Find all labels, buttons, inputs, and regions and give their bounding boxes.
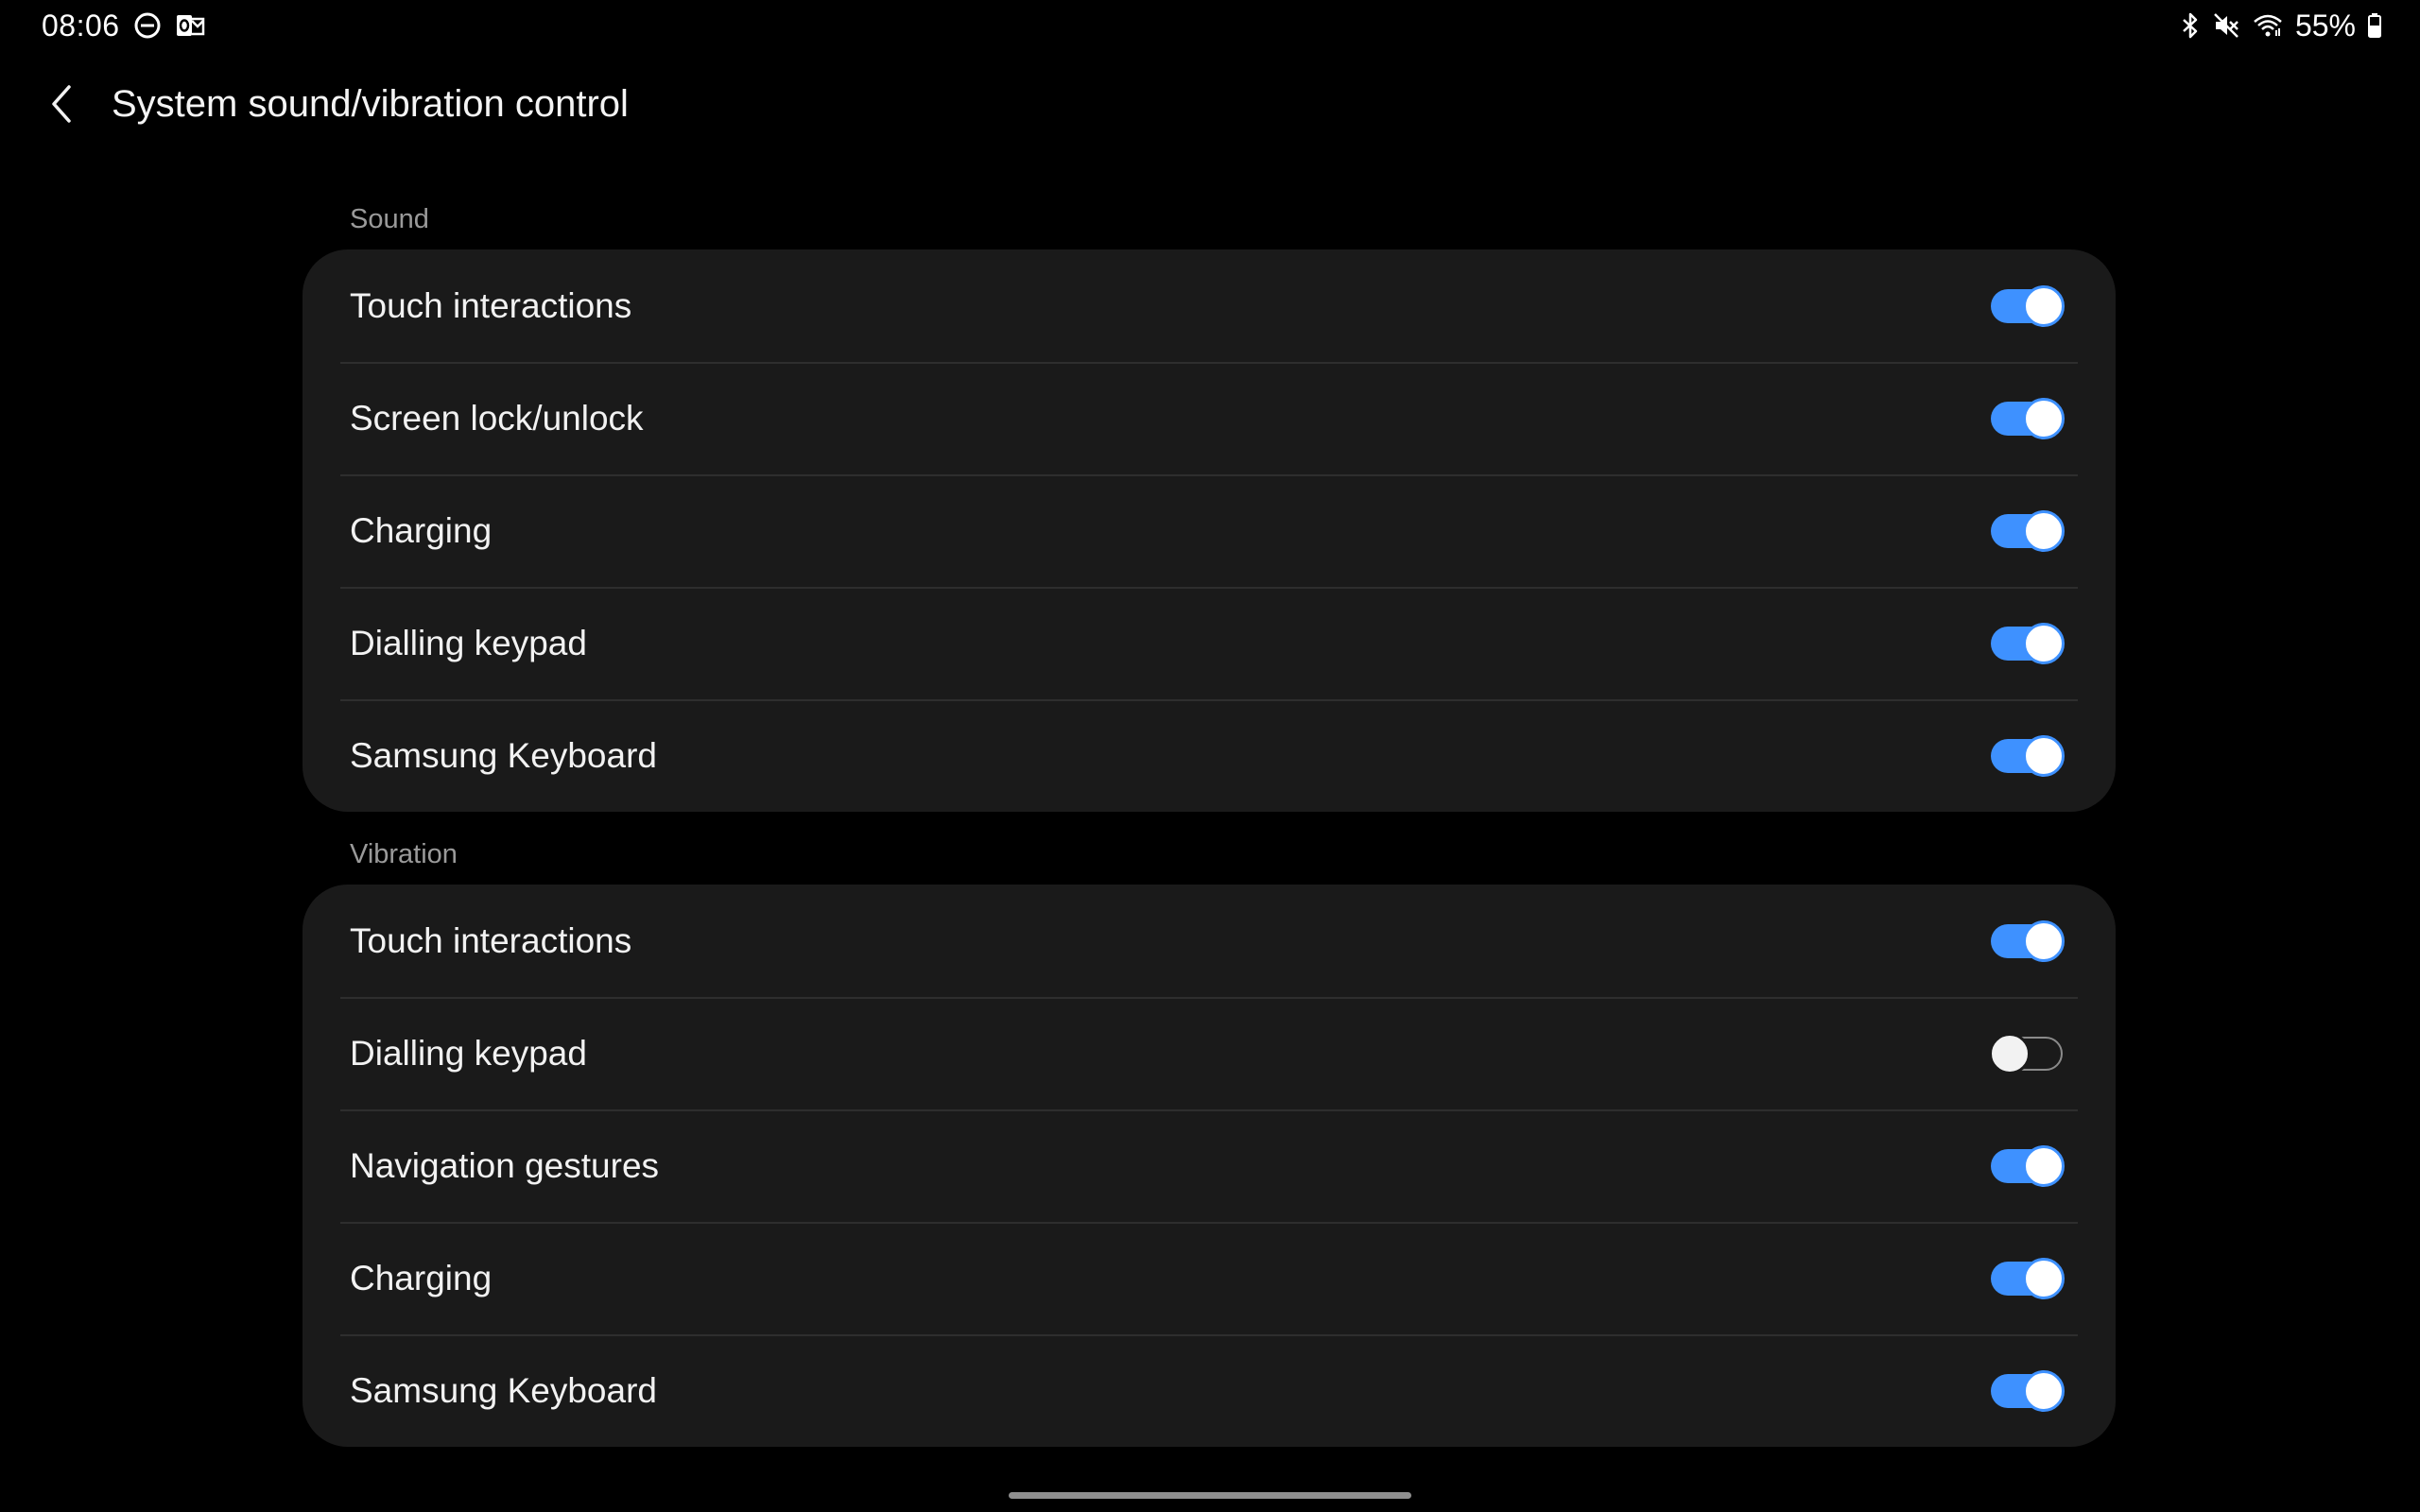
battery-percent: 55% (2294, 8, 2356, 43)
row-label: Samsung Keyboard (350, 1370, 657, 1410)
sound-samsung-keyboard-toggle[interactable] (1991, 734, 2065, 778)
row-label: Dialling keypad (350, 623, 587, 662)
row-label: Screen lock/unlock (350, 398, 644, 438)
row-label: Dialling keypad (350, 1033, 587, 1073)
section-label-vibration: Vibration (350, 839, 458, 869)
outlook-icon (175, 11, 205, 40)
vibration-navigation-gestures-toggle[interactable] (1991, 1144, 2065, 1188)
sound-samsung-keyboard-row[interactable]: Samsung Keyboard (302, 699, 2116, 812)
vibration-navigation-gestures-row[interactable]: Navigation gestures (302, 1109, 2116, 1222)
sound-touch-interactions-row[interactable]: Touch interactions (302, 249, 2116, 362)
do-not-disturb-icon (133, 11, 162, 40)
sound-charging-toggle[interactable] (1991, 509, 2065, 553)
row-label: Charging (350, 510, 493, 550)
wifi-icon (2252, 11, 2284, 40)
sound-dialling-keypad-toggle[interactable] (1991, 622, 2065, 665)
vibration-dialling-keypad-toggle[interactable] (1989, 1032, 2063, 1075)
row-label: Touch interactions (350, 285, 632, 325)
vibration-touch-interactions-toggle[interactable] (1991, 919, 2065, 963)
vibration-samsung-keyboard-toggle[interactable] (1991, 1369, 2065, 1413)
vibration-charging-toggle[interactable] (1991, 1257, 2065, 1300)
row-label: Charging (350, 1258, 493, 1297)
sound-charging-row[interactable]: Charging (302, 474, 2116, 587)
sound-dialling-keypad-row[interactable]: Dialling keypad (302, 587, 2116, 699)
vibration-settings-card: Touch interactions Dialling keypad Navig… (302, 885, 2116, 1447)
section-label-sound: Sound (350, 204, 429, 234)
vibration-touch-interactions-row[interactable]: Touch interactions (302, 885, 2116, 997)
vibration-charging-row[interactable]: Charging (302, 1222, 2116, 1334)
status-bar-right: 55% (2180, 6, 2382, 45)
row-label: Samsung Keyboard (350, 735, 657, 775)
vibration-samsung-keyboard-row[interactable]: Samsung Keyboard (302, 1334, 2116, 1447)
row-label: Navigation gestures (350, 1145, 660, 1185)
status-bar-left: 08:06 (42, 6, 205, 45)
back-button[interactable] (34, 77, 91, 134)
navigation-gesture-handle[interactable] (1009, 1492, 1411, 1499)
battery-icon (2367, 11, 2382, 40)
vibration-dialling-keypad-row[interactable]: Dialling keypad (302, 997, 2116, 1109)
bluetooth-icon (2180, 11, 2201, 40)
status-bar: 08:06 55% (0, 0, 2420, 51)
sound-screen-lock-unlock-row[interactable]: Screen lock/unlock (302, 362, 2116, 474)
sound-touch-interactions-toggle[interactable] (1991, 284, 2065, 328)
header: System sound/vibration control (0, 66, 2420, 146)
sound-settings-card: Touch interactions Screen lock/unlock Ch… (302, 249, 2116, 812)
mute-icon (2212, 11, 2240, 40)
page-title: System sound/vibration control (112, 83, 629, 125)
row-label: Touch interactions (350, 920, 632, 960)
sound-screen-lock-unlock-toggle[interactable] (1991, 397, 2065, 440)
chevron-left-icon (48, 83, 77, 129)
status-time: 08:06 (42, 8, 120, 43)
